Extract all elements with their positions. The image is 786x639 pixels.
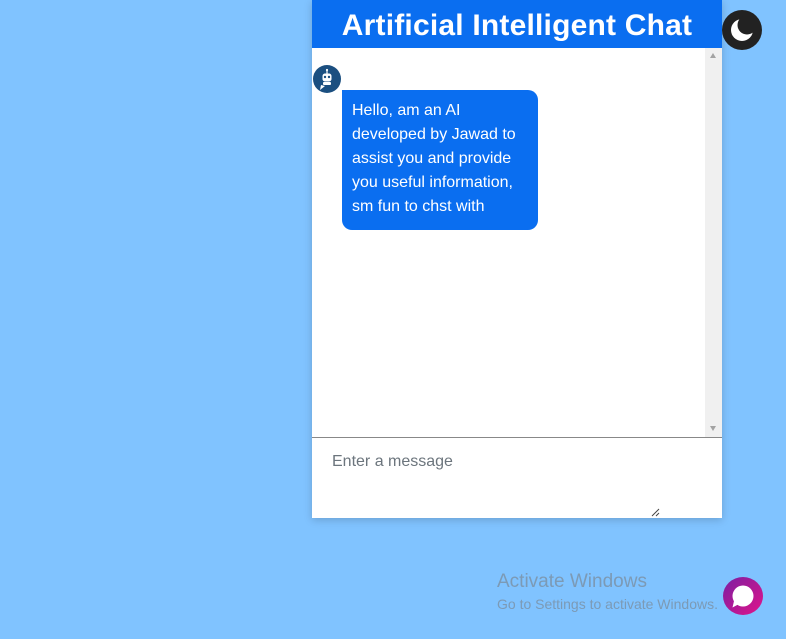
activate-windows-watermark: Activate Windows Go to Settings to activ…	[497, 571, 718, 615]
chat-window: Artificial Intelligent Chat Hello, am an…	[312, 0, 722, 518]
chat-title: Artificial Intelligent Chat	[312, 0, 722, 48]
message-input[interactable]	[312, 438, 660, 516]
chat-bubble-icon	[723, 585, 763, 619]
robot-icon	[313, 65, 341, 93]
chat-launcher-button[interactable]	[723, 577, 763, 615]
messages-scrollbar[interactable]	[705, 48, 722, 437]
scroll-down-arrow-icon[interactable]	[710, 426, 716, 431]
resize-grip-icon[interactable]	[651, 504, 660, 522]
scroll-up-arrow-icon[interactable]	[710, 53, 716, 58]
chat-messages-area[interactable]: Hello, am an AI developed by Jawad to as…	[312, 48, 722, 438]
message-composer	[312, 438, 722, 517]
watermark-subtitle: Go to Settings to activate Windows.	[497, 596, 718, 612]
dark-mode-toggle-button[interactable]	[722, 10, 762, 50]
bot-message-bubble: Hello, am an AI developed by Jawad to as…	[342, 90, 538, 230]
moon-icon	[722, 15, 762, 54]
watermark-title: Activate Windows	[497, 571, 647, 592]
